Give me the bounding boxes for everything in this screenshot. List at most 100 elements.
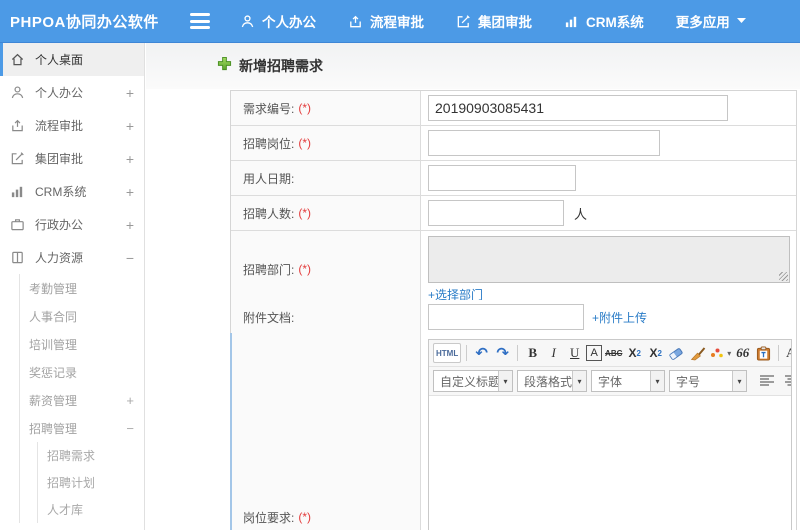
font-size-dropdown[interactable]: 字号 ▾ [669,370,747,392]
strikethrough-button[interactable]: ABC [604,343,623,363]
sidebar-item-hr[interactable]: 人力资源 − [0,241,144,274]
sidebar-item-recruit-request[interactable]: 招聘需求 [38,442,144,469]
nav-workflow-approval[interactable]: 流程审批 [348,11,424,31]
count-input[interactable] [428,200,564,226]
upload-attachment-link[interactable]: +附件上传 [592,309,647,326]
italic-button[interactable]: I [544,343,563,363]
top-bar: PHPOA协同办公软件 个人办公 流程审批 集团审批 CRM系统 更多应用 [0,0,800,43]
nav-label: 集团审批 [478,15,532,30]
field-label: 招聘岗位: [243,136,295,151]
format-brush-icon[interactable] [688,343,707,363]
sidebar-item-training[interactable]: 培训管理 [20,330,144,358]
paragraph-format-dropdown[interactable]: 段落格式 ▾ [517,370,587,392]
expand-plus-icon[interactable]: + [126,184,134,200]
redo-icon[interactable]: ↷ [493,343,512,363]
sidebar-item-workflow-approval[interactable]: 流程审批 + [0,109,144,142]
sidebar-item-label: 人力资源 [35,251,84,265]
recruitment-form: 需求编号: (*) 招聘岗位: (*) 用人日期: [230,90,797,530]
expand-plus-icon[interactable]: + [126,118,134,134]
caret-down-icon: ▾ [727,348,732,358]
page-title: 新增招聘需求 [239,58,323,74]
align-center-icon[interactable] [782,371,791,391]
flow-icon [10,118,26,133]
nav-more-apps[interactable]: 更多应用 [676,11,746,31]
date-input[interactable] [428,165,576,191]
sup-base: X [628,346,637,360]
req-no-label: 需求编号: (*) [231,91,421,125]
sidebar-item-group-approval[interactable]: 集团审批 + [0,142,144,175]
sidebar-item-recruit-plan[interactable]: 招聘计划 [38,469,144,496]
align-buttons [757,371,791,391]
sidebar-item-label: CRM系统 [35,185,87,199]
font-style-button[interactable]: A [586,345,603,361]
expand-plus-icon[interactable]: + [126,85,134,101]
color-format-icon[interactable]: ▾ [709,343,731,363]
collapse-minus-icon[interactable]: − [126,250,134,266]
nav-label: 更多应用 [675,15,730,30]
sidebar-item-label: 流程审批 [35,119,84,133]
app-logo: PHPOA协同办公软件 [10,13,159,31]
sidebar-item-recruitment[interactable]: 招聘管理 − [20,414,144,442]
hamburger-menu-icon[interactable] [190,13,210,29]
sub-base: X [649,346,658,360]
resize-handle[interactable] [779,272,788,281]
sidebar-item-salary[interactable]: 薪资管理 + [20,386,144,414]
sub-item-label: 人事合同 [29,309,78,324]
person-icon [240,14,255,29]
nav-crm-system[interactable]: CRM系统 [564,11,644,31]
dropdown-label: 自定义标题 [440,374,498,389]
sidebar-item-rewards[interactable]: 奖惩记录 [20,358,144,386]
field-label: 附件文档: [243,310,295,325]
eraser-icon[interactable] [667,343,686,363]
bold-button[interactable]: B [523,343,542,363]
form-row-date: 用人日期: [231,161,796,196]
app-root: PHPOA协同办公软件 个人办公 流程审批 集团审批 CRM系统 更多应用 个人… [0,0,800,530]
required-marker: (*) [298,136,312,150]
blockquote-button[interactable]: 66 [733,343,752,363]
main-content: 新增招聘需求 需求编号: (*) 招聘岗位: (*) [146,43,800,530]
align-left-icon[interactable] [757,371,776,391]
dept-textarea[interactable] [428,236,790,283]
caret-down-icon: ▾ [732,371,746,391]
sidebar-item-desktop[interactable]: 个人桌面 [0,43,144,76]
collapse-minus-icon[interactable]: − [126,421,134,436]
attachment-input[interactable] [428,304,584,330]
custom-title-dropdown[interactable]: 自定义标题 ▾ [433,370,513,392]
underline-button[interactable]: U [565,343,584,363]
editor-content-area[interactable] [429,396,791,530]
flow-icon [348,14,363,29]
nav-personal-office[interactable]: 个人办公 [240,11,316,31]
html-source-button[interactable]: HTML [433,343,462,363]
caret-down-icon [736,18,746,24]
sup-exp: 2 [636,348,641,358]
font-color-button[interactable]: A▾ [784,343,791,363]
sidebar-item-personal-office[interactable]: 个人办公 + [0,76,144,109]
subscript-button[interactable]: X2 [646,343,665,363]
nav-label: 个人办公 [262,15,316,30]
expand-plus-icon[interactable]: + [126,217,134,233]
paste-icon[interactable] [754,343,773,363]
field-label: 需求编号: [243,101,295,116]
expand-plus-icon[interactable]: + [126,151,134,167]
top-nav: 个人办公 流程审批 集团审批 CRM系统 更多应用 [240,11,778,31]
required-marker: (*) [298,262,312,276]
superscript-button[interactable]: X2 [625,343,644,363]
sidebar-item-crm[interactable]: CRM系统 + [0,175,144,208]
sidebar-item-admin-office[interactable]: 行政办公 + [0,208,144,241]
nav-group-approval[interactable]: 集团审批 [456,11,532,31]
expand-plus-icon[interactable]: + [126,393,134,408]
sidebar-item-talent-pool[interactable]: 人才库 [38,496,144,523]
sub-item-label: 培训管理 [29,337,78,352]
position-input[interactable] [428,130,660,156]
sidebar-item-attendance[interactable]: 考勤管理 [20,274,144,302]
undo-icon[interactable]: ↶ [472,343,491,363]
attachment-label: 附件文档: [231,300,421,334]
font-family-dropdown[interactable]: 字体 ▾ [591,370,665,392]
toolbar-separator [466,345,468,361]
form-row-position: 招聘岗位: (*) [231,126,796,161]
dept-label: 招聘部门: (*) [231,231,421,307]
req-no-input[interactable] [428,95,728,121]
sidebar-item-label: 个人办公 [35,86,84,100]
sidebar-item-hr-contract[interactable]: 人事合同 [20,302,144,330]
nav-label: 流程审批 [370,15,424,30]
